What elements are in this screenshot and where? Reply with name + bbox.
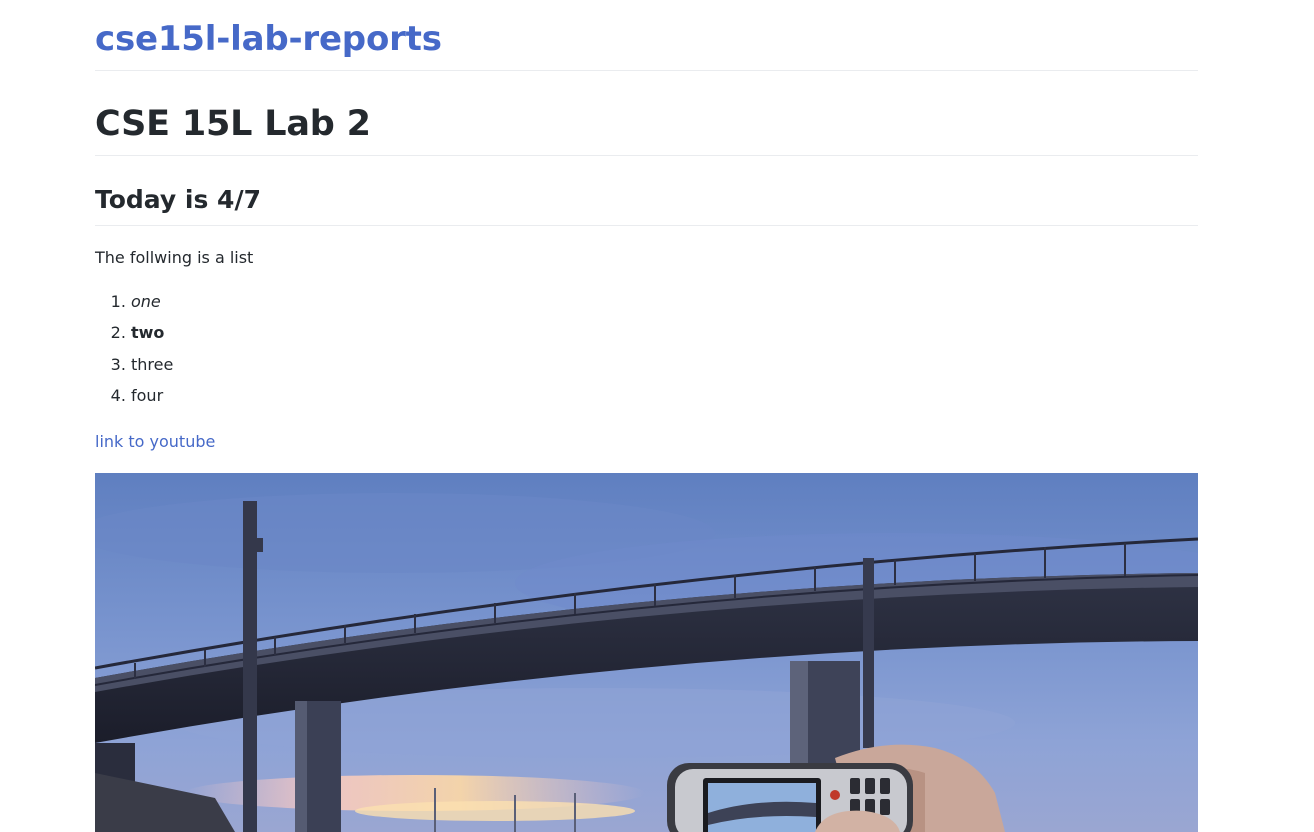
content-container: cse15l-lab-reports CSE 15L Lab 2 Today i… <box>95 0 1198 832</box>
youtube-link[interactable]: link to youtube <box>95 430 215 454</box>
list-item-label: four <box>131 386 164 406</box>
site-header: cse15l-lab-reports <box>95 0 1198 71</box>
list-item: two <box>131 321 173 352</box>
date-heading: Today is 4/7 <box>95 185 261 214</box>
page-title: CSE 15L Lab 2 <box>95 104 371 144</box>
intro-paragraph: The follwing is a list <box>95 248 254 267</box>
heading-divider <box>95 225 1198 226</box>
site-title-link[interactable]: cse15l-lab-reports <box>95 18 442 60</box>
list-item-label: one <box>131 292 161 311</box>
list-item: three <box>131 353 173 384</box>
numbered-list: one two three four <box>95 290 173 416</box>
list-item-label: three <box>131 354 174 374</box>
bridge-photo-illustration <box>95 473 1198 832</box>
list-item: four <box>131 384 173 415</box>
title-divider <box>95 155 1198 156</box>
bridge-photo <box>95 473 1198 832</box>
page: cse15l-lab-reports CSE 15L Lab 2 Today i… <box>0 0 1314 832</box>
list-item-label: two <box>131 323 165 343</box>
list-item: one <box>131 290 173 321</box>
